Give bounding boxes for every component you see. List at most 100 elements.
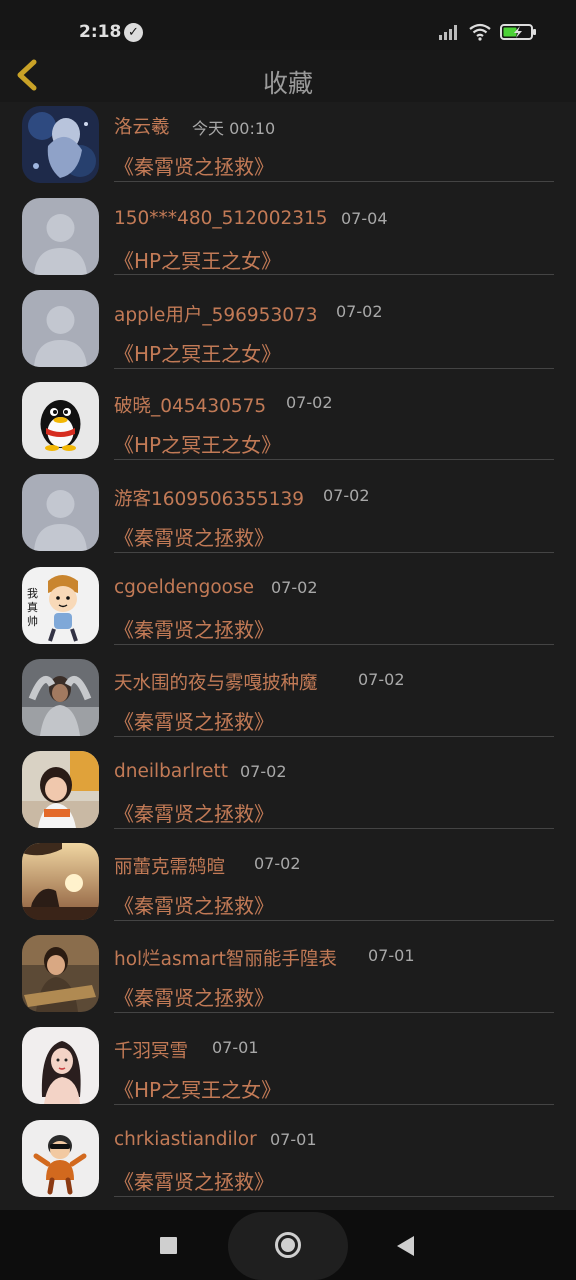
timestamp: 07-04	[341, 209, 388, 228]
avatar[interactable]	[22, 751, 99, 828]
avatar[interactable]	[22, 843, 99, 920]
list-item[interactable]: hol烂asmart智丽能手隍表 07-01 《秦霄贤之拯救》	[0, 930, 576, 1022]
book-title[interactable]: 《HP之冥王之女》	[114, 338, 281, 367]
wifi-icon	[469, 23, 491, 41]
list-item[interactable]: 丽蕾克需鸫暄 07-02 《秦霄贤之拯救》	[0, 838, 576, 930]
recents-button[interactable]	[160, 1237, 177, 1254]
book-title[interactable]: 《秦霄贤之拯救》	[114, 1166, 274, 1195]
list-item[interactable]: chrkiastiandilor 07-01 《秦霄贤之拯救》	[0, 1114, 576, 1206]
timestamp: 07-02	[240, 762, 287, 781]
list-item[interactable]: 天水围的夜与雾嘎披种魔 07-02 《秦霄贤之拯救》	[0, 654, 576, 746]
timestamp: 07-02	[254, 854, 301, 873]
list-item[interactable]: 150***480_512002315 07-04 《HP之冥王之女》	[0, 194, 576, 286]
user-name: 洛云羲	[114, 117, 170, 138]
timestamp: 今天 00:10	[192, 119, 276, 138]
book-title[interactable]: 《秦霄贤之拯救》	[114, 151, 274, 180]
avatar[interactable]	[22, 198, 99, 275]
signal-icon	[439, 25, 457, 40]
list-item[interactable]: 游客1609506355139 07-02 《秦霄贤之拯救》	[0, 470, 576, 562]
avatar[interactable]	[22, 659, 99, 736]
svg-text:帅: 帅	[27, 615, 38, 628]
avatar[interactable]	[22, 1027, 99, 1104]
divider	[114, 736, 554, 737]
photo-avatar-image	[22, 935, 99, 1012]
avatar-anime-image	[22, 106, 99, 183]
divider	[114, 644, 554, 645]
user-name: 游客1609506355139	[114, 489, 305, 510]
list-item[interactable]: apple用户_596953073 07-02 《HP之冥王之女》	[0, 286, 576, 378]
avatar[interactable]	[22, 935, 99, 1012]
divider	[114, 1196, 554, 1197]
user-name: dneilbarlrett	[114, 761, 229, 782]
battery-charging-icon	[500, 24, 536, 40]
avatar[interactable]	[22, 474, 99, 551]
timestamp: 07-01	[212, 1038, 259, 1057]
user-name: 千羽冥雪	[114, 1041, 189, 1062]
divider	[114, 828, 554, 829]
status-icons	[438, 22, 538, 42]
page-title: 收藏	[262, 69, 313, 98]
status-bar: 2:18 ✓	[0, 0, 576, 50]
book-title[interactable]: 《秦霄贤之拯救》	[114, 614, 274, 643]
check-icon: ✓	[124, 23, 143, 42]
divider	[114, 368, 554, 369]
penguin-avatar-image	[22, 382, 99, 459]
user-name: chrkiastiandilor	[114, 1129, 257, 1150]
book-title[interactable]: 《HP之冥王之女》	[114, 429, 281, 458]
list-item[interactable]: 洛云羲 今天 00:10 《秦霄贤之拯救》	[0, 102, 576, 194]
divider	[114, 274, 554, 275]
list-item[interactable]: 我 真 帅 cgoeldengoose 07-02 《秦霄贤之拯救》	[0, 562, 576, 654]
user-name: apple用户_596953073	[114, 305, 318, 326]
timestamp: 07-02	[358, 670, 405, 689]
avatar[interactable]	[22, 290, 99, 367]
divider	[114, 181, 554, 182]
list-item[interactable]: dneilbarlrett 07-02 《秦霄贤之拯救》	[0, 746, 576, 838]
timestamp: 07-01	[368, 946, 415, 965]
default-avatar-icon	[22, 474, 99, 551]
divider	[114, 459, 554, 460]
system-navigation-bar	[0, 1210, 576, 1280]
book-title[interactable]: 《HP之冥王之女》	[114, 1074, 281, 1103]
avatar[interactable]	[22, 106, 99, 183]
user-name: cgoeldengoose	[114, 577, 255, 598]
divider	[114, 920, 554, 921]
user-name: 破晓_045430575	[114, 396, 267, 417]
cartoon-avatar-image: 我 真 帅	[22, 567, 99, 644]
photo-avatar-image	[22, 843, 99, 920]
user-name: hol烂asmart智丽能手隍表	[114, 949, 337, 970]
book-title[interactable]: 《秦霄贤之拯救》	[114, 522, 274, 551]
photo-avatar-image	[22, 1027, 99, 1104]
timestamp: 07-02	[286, 393, 333, 412]
avatar[interactable]: 我 真 帅	[22, 567, 99, 644]
photo-avatar-image	[22, 751, 99, 828]
user-name: 丽蕾克需鸫暄	[114, 857, 226, 878]
favorites-list[interactable]: 洛云羲 今天 00:10 《秦霄贤之拯救》 150***480_51200231…	[0, 102, 576, 1210]
cartoon-avatar-image	[22, 1120, 99, 1197]
divider	[114, 552, 554, 553]
system-back-button[interactable]	[397, 1236, 414, 1256]
user-name: 天水围的夜与雾嘎披种魔	[114, 673, 318, 694]
avatar[interactable]	[22, 382, 99, 459]
book-title[interactable]: 《HP之冥王之女》	[114, 245, 281, 274]
book-title[interactable]: 《秦霄贤之拯救》	[114, 890, 274, 919]
user-name: 150***480_512002315	[114, 208, 328, 229]
timestamp: 07-02	[271, 578, 318, 597]
photo-avatar-image	[22, 659, 99, 736]
book-title[interactable]: 《秦霄贤之拯救》	[114, 706, 274, 735]
book-title[interactable]: 《秦霄贤之拯救》	[114, 982, 274, 1011]
list-item[interactable]: 破晓_045430575 07-02 《HP之冥王之女》	[0, 378, 576, 470]
timestamp: 07-02	[323, 486, 370, 505]
header-bar: 收藏	[0, 50, 576, 102]
divider	[114, 1104, 554, 1105]
list-item[interactable]: 千羽冥雪 07-01 《HP之冥王之女》	[0, 1022, 576, 1114]
timestamp: 07-02	[336, 302, 383, 321]
default-avatar-icon	[22, 198, 99, 275]
default-avatar-icon	[22, 290, 99, 367]
avatar[interactable]	[22, 1120, 99, 1197]
divider	[114, 1012, 554, 1013]
book-title[interactable]: 《秦霄贤之拯救》	[114, 798, 274, 827]
status-time: 2:18	[79, 22, 122, 42]
svg-text:我: 我	[27, 587, 38, 600]
home-button[interactable]	[275, 1232, 301, 1258]
svg-text:真: 真	[27, 600, 38, 614]
